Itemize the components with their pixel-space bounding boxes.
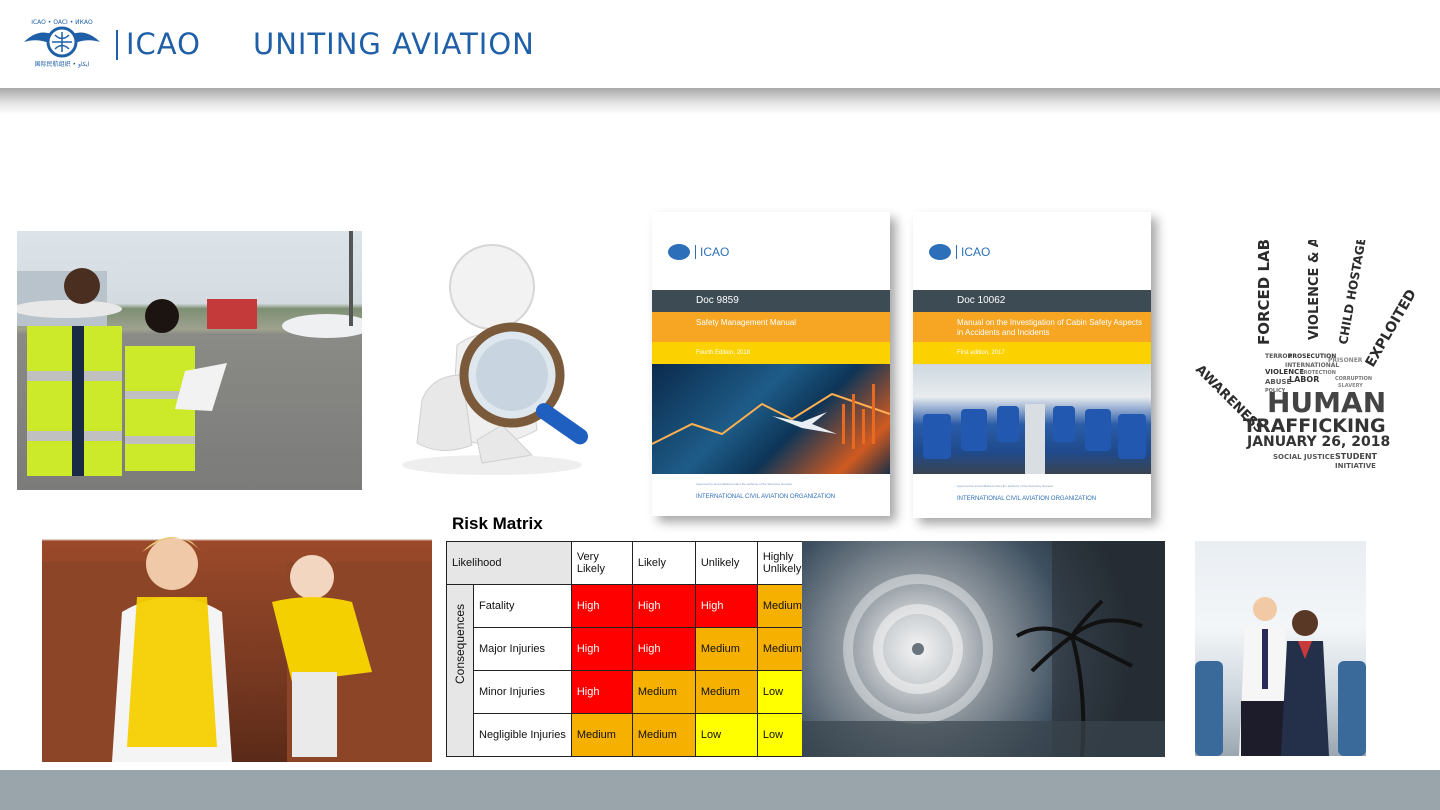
risk-cell: Medium <box>631 670 696 714</box>
row-label: Minor Injuries <box>473 670 572 714</box>
arc-word-violence-abuse: VIOLENCE & ABUSE <box>1307 240 1322 340</box>
tagline: UNITING AVIATION <box>253 27 535 61</box>
risk-cell: Medium <box>570 713 633 757</box>
arc-word-exploited: EXPLOITED <box>1363 287 1415 370</box>
doc-number: Doc 10062 <box>913 290 1151 312</box>
doc-publisher: INTERNATIONAL CIVIL AVIATION ORGANIZATIO… <box>696 494 836 500</box>
row-label: Major Injuries <box>473 627 572 671</box>
doc-approval-note: Approved by and published under the auth… <box>957 484 1053 488</box>
risk-cell: Low <box>694 713 758 757</box>
footer-bar <box>0 770 1440 810</box>
photo-hurricane-storm <box>802 541 1165 757</box>
risk-cell: High <box>570 670 633 714</box>
doc-cover-image <box>651 364 891 474</box>
risk-matrix-title: Risk Matrix <box>452 514 543 533</box>
row-label: Negligible Injuries <box>473 713 572 757</box>
poster-footer-3: INITIATIVE <box>1335 462 1376 470</box>
globe-icon <box>929 244 951 260</box>
column-header: Unlikely <box>694 541 758 585</box>
poster-footer-1: SOCIAL JUSTICE <box>1273 453 1335 461</box>
doc-approval-note: Approved by and published under the auth… <box>696 482 792 486</box>
doc-cover-image <box>913 364 1151 474</box>
illustration-magnifier-figure <box>362 225 629 485</box>
column-header: Likely <box>631 541 696 585</box>
svg-text:国际民航组织 • ايكاو: 国际民航组织 • ايكاو <box>35 60 90 68</box>
consequences-header: Consequences <box>446 584 474 757</box>
arc-word-child-hostage: CHILD HOSTAGE <box>1336 240 1369 346</box>
risk-cell: High <box>631 584 696 628</box>
photo-life-vest-demo <box>42 522 432 762</box>
svg-text:ICAO • OACI • ИКАО: ICAO • OACI • ИКАО <box>31 19 93 26</box>
globe-icon <box>668 244 690 260</box>
risk-matrix-table: Likelihood Very Likely Likely Unlikely H… <box>446 541 821 757</box>
photo-cabin-crew <box>1195 541 1366 756</box>
doc-logo: ICAO <box>668 244 729 260</box>
small-word-8: LABOR <box>1289 375 1319 384</box>
doc-logo: ICAO <box>929 244 990 260</box>
risk-cell: High <box>694 584 758 628</box>
risk-cell: High <box>570 584 633 628</box>
header: ICAO • OACI • ИКАО 国际民航组织 • ايكاو ICAO U… <box>0 0 1440 88</box>
row-label: Fatality <box>473 584 572 628</box>
small-word-7: ABUSE <box>1265 378 1291 386</box>
doc-number: Doc 9859 <box>652 290 890 312</box>
poster-date: JANUARY 26, 2018 <box>1246 434 1390 450</box>
doc-publisher: INTERNATIONAL CIVIL AVIATION ORGANIZATIO… <box>957 496 1097 502</box>
doc-edition: First edition, 2017 <box>913 342 1151 364</box>
arc-word-forced-labor: FORCED LABOR <box>1255 240 1273 345</box>
document-cover-doc-10062: ICAO Doc 10062 Manual on the Investigati… <box>913 212 1151 518</box>
column-header: Very Likely <box>570 541 633 585</box>
brand-name: ICAO <box>126 27 201 61</box>
document-cover-doc-9859: ICAO Doc 9859 Safety Management Manual F… <box>651 212 891 516</box>
poster-footer-2: STUDENT <box>1335 452 1378 461</box>
doc-title: Manual on the Investigation of Cabin Saf… <box>913 312 1151 342</box>
risk-cell: Medium <box>631 713 696 757</box>
icao-emblem-icon: ICAO • OACI • ИКАО 国际民航组织 • ايكاو <box>24 19 100 68</box>
photo-ground-inspectors <box>17 231 362 490</box>
risk-cell: High <box>570 627 633 671</box>
risk-cell: Medium <box>694 670 758 714</box>
risk-cell: High <box>631 627 696 671</box>
brand-separator <box>116 30 118 60</box>
likelihood-header: Likelihood <box>446 541 572 585</box>
doc-title: Safety Management Manual <box>652 312 890 342</box>
doc-edition: Fourth Edition, 2018 <box>652 342 890 364</box>
small-word-9: CORRUPTION <box>1335 376 1372 382</box>
risk-cell: Medium <box>694 627 758 671</box>
header-shadow <box>0 88 1440 114</box>
human-trafficking-poster: AWARENESS FORCED LABOR VIOLENCE & ABUSE … <box>1185 240 1415 475</box>
